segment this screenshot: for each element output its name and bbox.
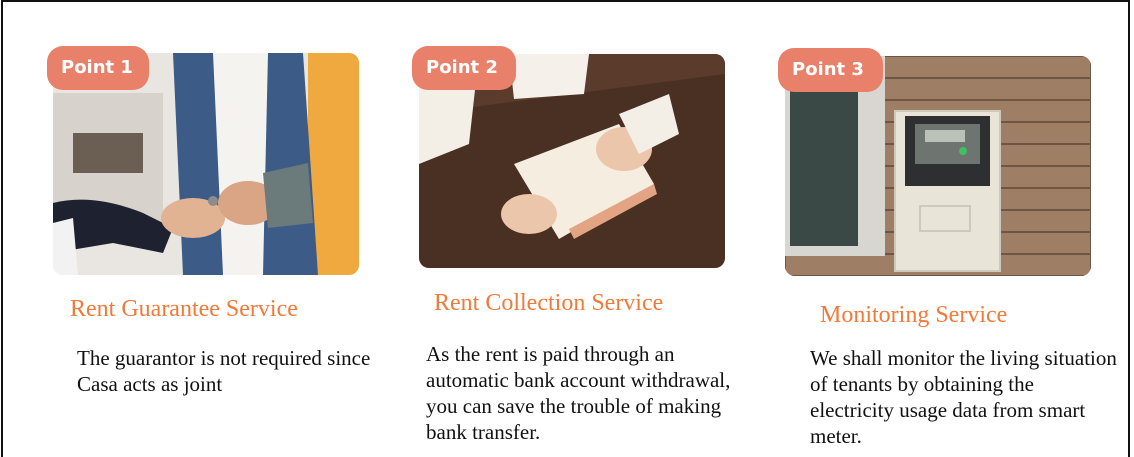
card-1-description: The guarantor is not required since Casa… [77, 346, 371, 396]
card-3-description: We shall monitor the living situation of… [810, 346, 1117, 448]
point-2-badge: Point 2 [412, 46, 516, 90]
card-2-description: As the rent is paid through an automatic… [426, 342, 731, 444]
point-3-badge: Point 3 [778, 48, 883, 92]
point-1-badge: Point 1 [47, 46, 149, 90]
card-3-title: Monitoring Service [820, 302, 1008, 328]
card-1-title: Rent Guarantee Service [70, 296, 298, 322]
card-2-title: Rent Collection Service [434, 290, 664, 316]
